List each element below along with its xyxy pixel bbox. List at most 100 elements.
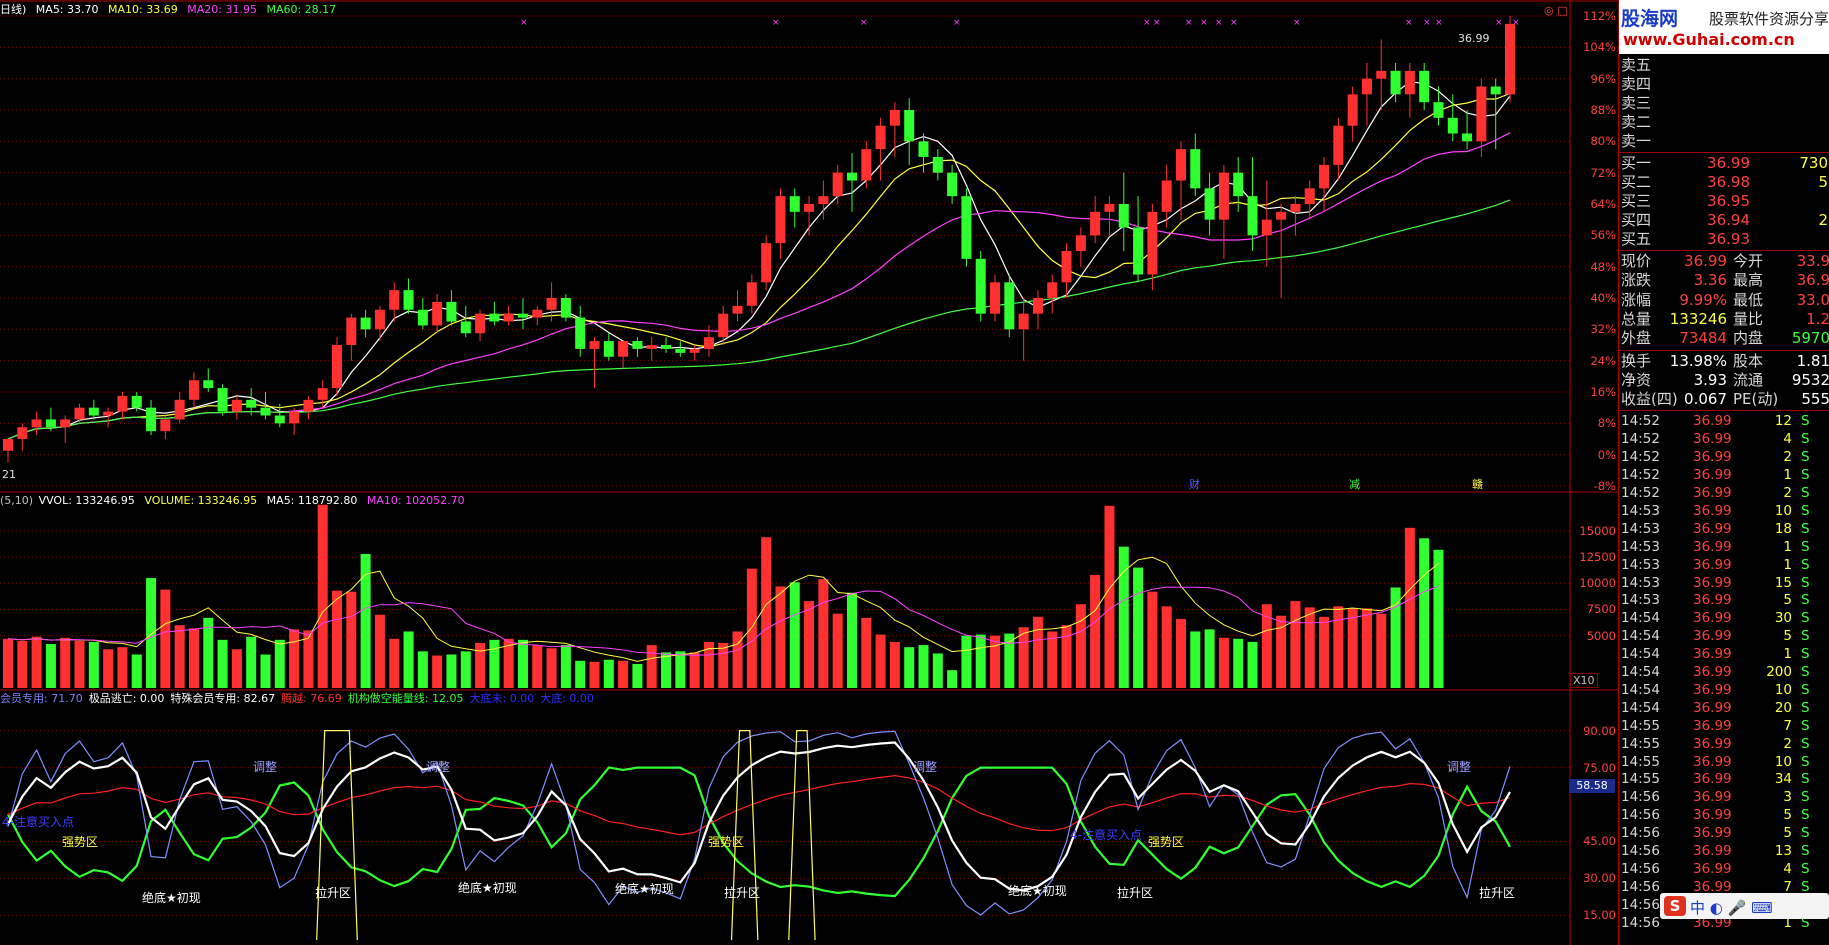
logo-url: www.Guhai.com.cn	[1623, 30, 1795, 49]
volume-bar	[947, 670, 958, 688]
tick-side: S	[1801, 753, 1810, 770]
special-member-line	[7, 741, 1511, 892]
price-axis-label: 80%	[1590, 134, 1616, 149]
quote-key: PE(动)	[1733, 390, 1779, 409]
candle-body	[389, 290, 400, 310]
indicator-axis-label: 45.00	[1583, 834, 1616, 849]
volume-axis-label: 15000	[1579, 523, 1616, 538]
quote-value: 33.9	[1796, 252, 1829, 270]
candle	[932, 149, 943, 181]
candle	[31, 411, 42, 436]
signal-marker: ×	[772, 18, 780, 28]
candle	[889, 102, 900, 157]
buy-level-volume: 730	[1799, 154, 1828, 172]
close-icon[interactable]: ◎ □	[1544, 4, 1568, 17]
candle-body	[718, 313, 729, 338]
candle-body	[804, 204, 815, 212]
indicator-text-label: 强势区	[708, 835, 745, 849]
candle	[389, 282, 400, 322]
candle-body	[475, 313, 486, 334]
candle-body	[1505, 23, 1515, 95]
indicator-legend-item: 极品逃亡: 0.00	[88, 692, 165, 705]
ime-tools[interactable]: 中 ◐ 🎤 ⌨	[1690, 897, 1773, 918]
indicator-text-label: 调整	[426, 760, 451, 774]
indicator-axis-label: 90.00	[1583, 723, 1616, 738]
candle-body	[360, 317, 371, 330]
candle-body	[432, 301, 443, 326]
sogou-icon[interactable]: S	[1664, 896, 1686, 916]
price-axis-label: 56%	[1590, 228, 1616, 243]
candle-body	[746, 282, 757, 306]
candle	[475, 309, 486, 342]
quote-value: 133246	[1669, 309, 1727, 328]
volume-bar	[174, 625, 185, 688]
tick-time: 14:56	[1621, 860, 1660, 877]
tick-row: 14:55 36.99 7 S	[1619, 717, 1829, 735]
tick-side: S	[1801, 556, 1810, 573]
tick-row: 14:52 36.99 4 S	[1619, 430, 1829, 448]
candle	[174, 392, 185, 424]
candle	[1090, 196, 1101, 244]
tick-time: 14:53	[1621, 520, 1660, 537]
main-chart-area[interactable]: × × × × × × × × × × × × × × × ×	[0, 0, 1618, 945]
buy-level: 买三 36.95	[1619, 192, 1829, 211]
tick-side: S	[1801, 485, 1810, 501]
volume-bar	[618, 660, 629, 688]
volume-bar	[17, 640, 28, 688]
candle-body	[1462, 133, 1473, 142]
candle-body	[517, 313, 528, 318]
tick-side: S	[1801, 825, 1810, 842]
candle-body	[761, 243, 772, 283]
candle-body	[875, 125, 886, 150]
candle-body	[317, 388, 328, 400]
volume-bar	[675, 651, 686, 688]
candle	[1261, 180, 1272, 267]
grid-layer	[0, 0, 1618, 945]
tick-side: S	[1801, 717, 1810, 734]
signal-marker: ×	[1512, 18, 1520, 28]
candle	[460, 305, 471, 338]
candle-body	[918, 141, 929, 157]
tick-time: 14:55	[1621, 771, 1660, 788]
candle-body	[632, 341, 643, 349]
volume-bar	[1133, 567, 1144, 688]
volume-bar	[832, 613, 843, 688]
volume-bar	[1333, 606, 1344, 688]
quote-bottom-divider	[1619, 410, 1829, 412]
tick-volume: 200	[1766, 664, 1792, 680]
candle	[1419, 63, 1430, 110]
candle-body	[103, 411, 114, 416]
candle	[1161, 164, 1172, 228]
price-axis-label: 32%	[1590, 322, 1616, 337]
volume-bar	[332, 590, 343, 688]
volume-bar	[761, 537, 772, 688]
volume-bar	[961, 635, 972, 688]
tick-volume: 3	[1783, 789, 1792, 806]
candle	[1175, 141, 1186, 220]
input-method-bar[interactable]: S 中 ◐ 🎤 ⌨	[1660, 893, 1829, 919]
candle-body	[1247, 196, 1258, 236]
signal-marker: ×	[1293, 18, 1301, 28]
candle	[646, 337, 657, 361]
volume-bar	[60, 637, 71, 688]
price-header: 日线) MA5: 33.70 MA10: 33.69 MA20: 31.95 M…	[0, 3, 342, 17]
candle-body	[775, 196, 786, 244]
tick-side: S	[1801, 771, 1810, 788]
volume-bar	[846, 592, 857, 688]
candle	[1047, 274, 1058, 314]
sell-level: 卖一	[1619, 132, 1829, 151]
tick-volume: 1	[1783, 467, 1792, 484]
quote-value: 9532	[1791, 370, 1829, 389]
tick-side: S	[1801, 860, 1810, 877]
tick-price: 36.99	[1693, 556, 1732, 573]
tick-volume: 30	[1774, 610, 1792, 627]
volume-bar	[446, 654, 457, 688]
candle-body	[374, 309, 385, 330]
candle-body	[1276, 211, 1287, 220]
candle-body	[675, 348, 686, 353]
candle	[689, 345, 700, 361]
volume-bar	[160, 589, 171, 688]
tick-volume: 1	[1783, 556, 1792, 573]
tick-price: 36.99	[1693, 610, 1732, 627]
volume-bar	[188, 628, 199, 688]
